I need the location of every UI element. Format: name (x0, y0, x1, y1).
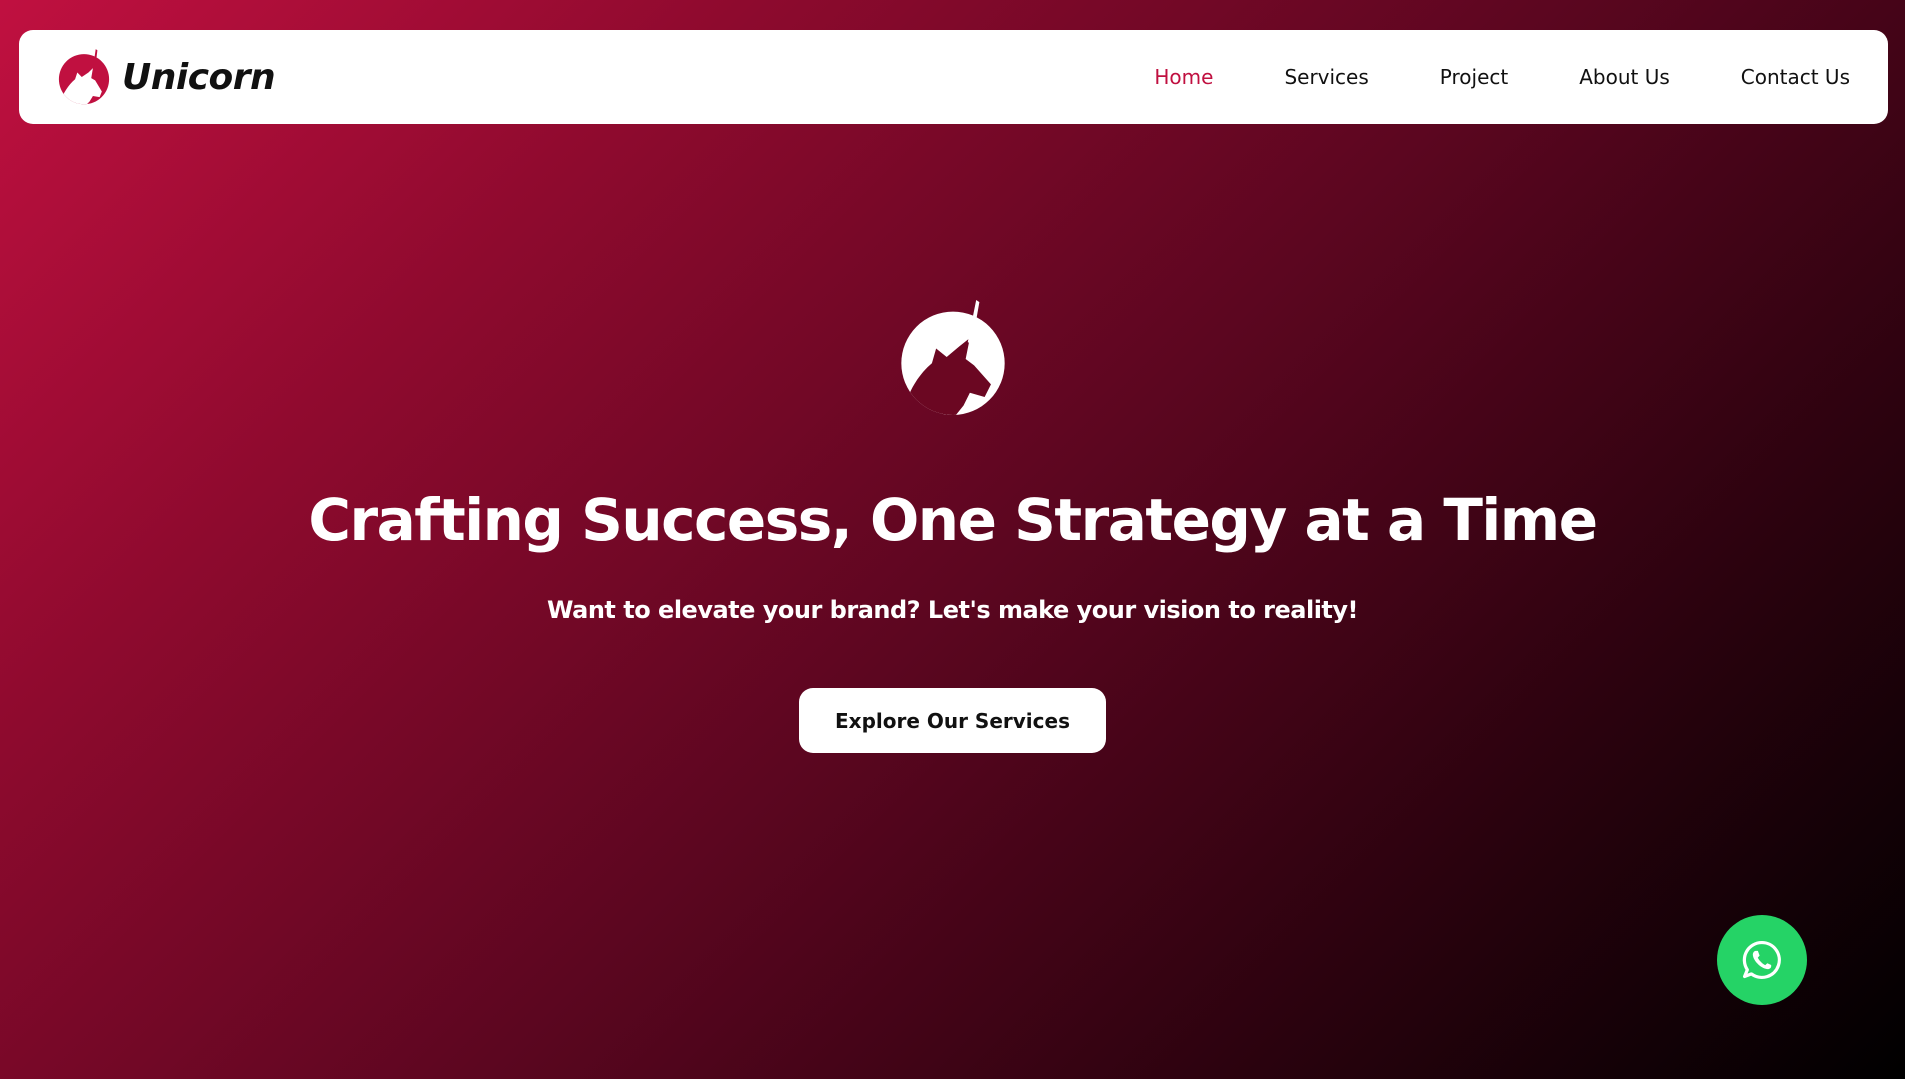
nav-link-contact-us[interactable]: Contact Us (1741, 65, 1850, 89)
hero-subtitle: Want to elevate your brand? Let's make y… (547, 596, 1358, 624)
brand-name: Unicorn (122, 56, 276, 98)
unicorn-head-icon (900, 300, 1005, 415)
whatsapp-button[interactable] (1717, 915, 1807, 1005)
nav-link-home[interactable]: Home (1154, 65, 1213, 89)
explore-services-button[interactable]: Explore Our Services (799, 688, 1106, 753)
whatsapp-icon (1742, 940, 1781, 979)
main-nav: Home Services Project About Us Contact U… (1154, 65, 1850, 89)
hero-section: Crafting Success, One Strategy at a Time… (0, 300, 1905, 753)
nav-link-about-us[interactable]: About Us (1579, 65, 1670, 89)
brand[interactable]: Unicorn (56, 48, 276, 106)
nav-link-project[interactable]: Project (1440, 65, 1508, 89)
nav-link-services[interactable]: Services (1284, 65, 1368, 89)
unicorn-logo-icon (58, 49, 110, 105)
navbar: Unicorn Home Services Project About Us C… (19, 30, 1888, 124)
hero-title: Crafting Success, One Strategy at a Time (308, 486, 1598, 554)
